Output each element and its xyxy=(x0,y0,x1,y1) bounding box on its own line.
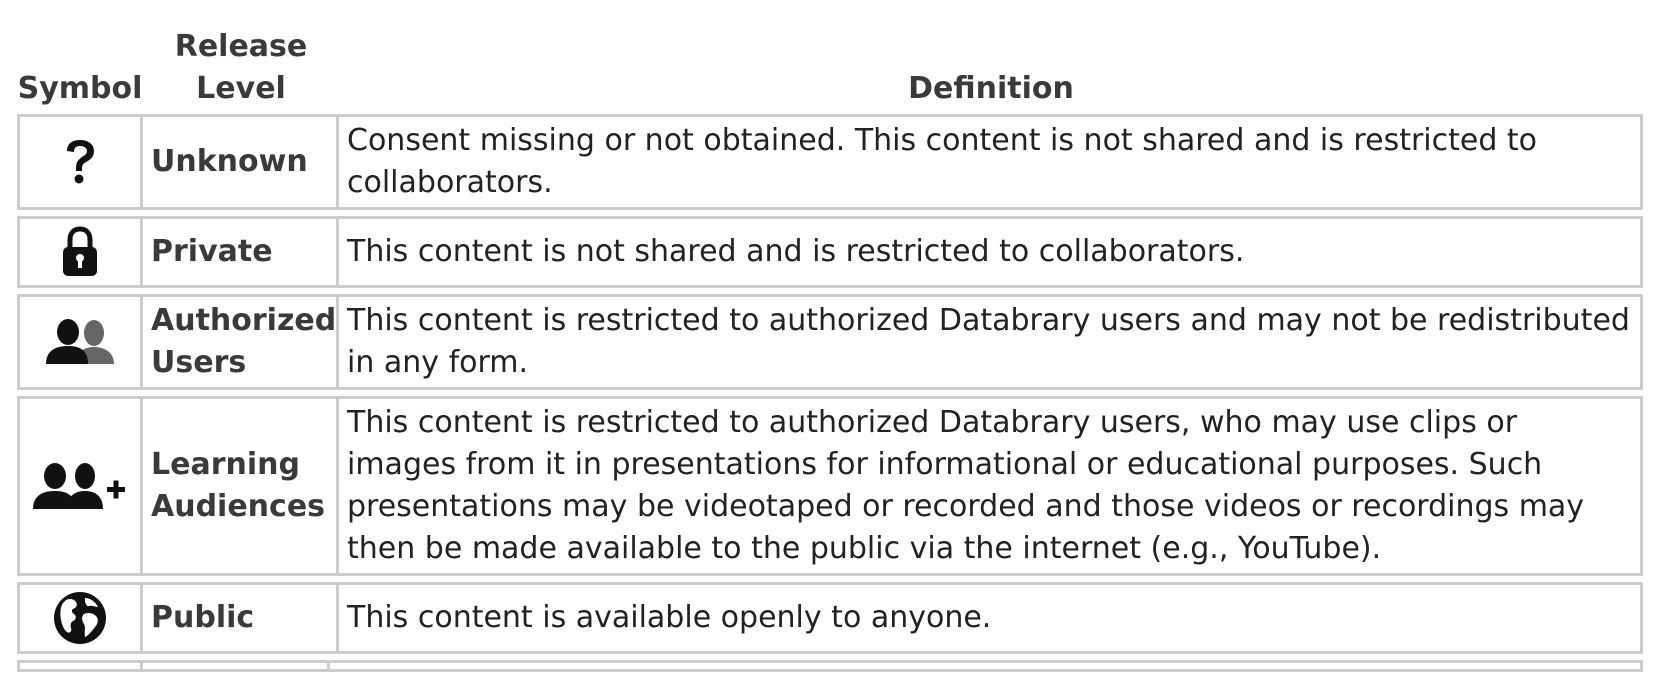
lock-icon xyxy=(20,219,143,285)
table-row-authorized-users: Authorized Users This content is restric… xyxy=(17,294,1643,390)
definition-private: This content is not shared and is restri… xyxy=(347,234,1245,269)
table-body: Unknown Consent missing or not obtained.… xyxy=(17,114,1643,672)
level-label-learning-audiences: Learning Audiences xyxy=(143,399,339,573)
level-label-authorized-users: Authorized Users xyxy=(143,297,339,387)
table-row-empty xyxy=(17,660,1643,672)
header-release-level-line1: Release xyxy=(174,29,308,64)
level-label-users: Users xyxy=(151,345,247,380)
table-header-row: Symbol Release Level Definition xyxy=(17,20,1643,110)
question-icon xyxy=(20,117,143,207)
level-label-private: Private xyxy=(143,219,339,285)
header-release-level-line2: Level xyxy=(196,71,286,106)
header-symbol: Symbol xyxy=(17,71,143,106)
release-levels-table: Symbol Release Level Definition Unknown … xyxy=(17,20,1643,672)
level-label-authorized: Authorized xyxy=(151,303,337,338)
header-release-level: Release Level xyxy=(143,26,339,110)
definition-authorized-users: This content is restricted to authorized… xyxy=(347,303,1630,380)
header-definition: Definition xyxy=(908,71,1074,106)
level-label-learning: Learning xyxy=(151,447,300,482)
empty-level-cell xyxy=(143,663,330,669)
users-icon xyxy=(20,297,143,387)
level-label-public: Public xyxy=(143,585,339,651)
level-label-audiences: Audiences xyxy=(151,489,326,524)
definition-learning-audiences: This content is restricted to authorized… xyxy=(347,405,1585,566)
table-row-learning-audiences: Learning Audiences This content is restr… xyxy=(17,396,1643,576)
empty-symbol-cell xyxy=(20,663,143,669)
level-label-unknown: Unknown xyxy=(143,117,339,207)
table-row-unknown: Unknown Consent missing or not obtained.… xyxy=(17,117,1643,210)
table-row-private: Private This content is not shared and i… xyxy=(17,216,1643,288)
globe-icon xyxy=(20,585,143,651)
definition-public: This content is available openly to anyo… xyxy=(347,600,992,635)
definition-unknown: Consent missing or not obtained. This co… xyxy=(347,123,1538,200)
users-plus-icon xyxy=(20,399,143,573)
table-row-public: Public This content is available openly … xyxy=(17,582,1643,654)
